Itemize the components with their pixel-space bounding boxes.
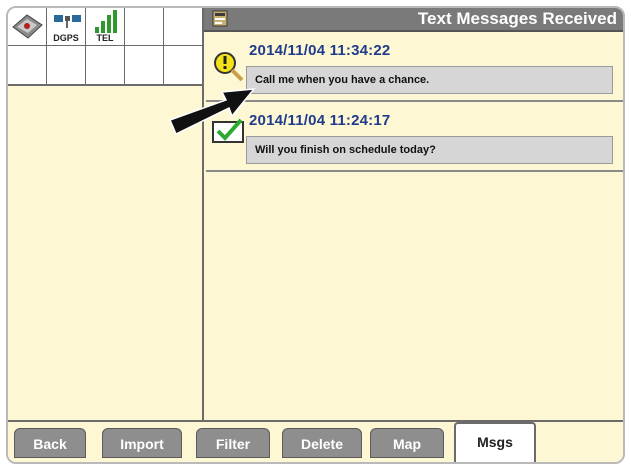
message-text[interactable]: Call me when you have a chance.	[246, 66, 613, 94]
page-title: Text Messages Received	[417, 9, 617, 28]
dgps-status-cell[interactable]: DGPS	[47, 8, 86, 46]
list-item[interactable]: 2014/11/04 11:34:22 Call me when you hav…	[206, 32, 623, 102]
message-text[interactable]: Will you finish on schedule today?	[246, 136, 613, 164]
empty-status-cell	[164, 8, 203, 46]
empty-status-cell	[86, 46, 125, 84]
tel-signal-icon	[95, 10, 117, 33]
message-list[interactable]: 2014/11/04 11:34:22 Call me when you hav…	[206, 32, 623, 426]
empty-status-cell	[164, 46, 203, 84]
tab-back[interactable]: Back	[14, 428, 86, 458]
dgps-satellite-icon	[54, 15, 81, 28]
tel-status-cell[interactable]: TEL	[86, 8, 125, 46]
status-icon-grid: DGPS TEL	[8, 8, 204, 86]
page-header: Text Messages Received	[204, 8, 623, 32]
tab-map[interactable]: Map	[370, 428, 444, 458]
tel-label: TEL	[96, 33, 114, 43]
empty-status-cell	[125, 46, 164, 84]
machine-icon	[12, 14, 43, 39]
tab-import[interactable]: Import	[102, 428, 182, 458]
tab-delete[interactable]: Delete	[282, 428, 362, 458]
tab-msgs[interactable]: Msgs	[454, 422, 536, 462]
bottom-tab-bar: Back Import Filter Delete Map Msgs	[8, 420, 623, 462]
display-screen: DGPS TEL Text Messages Received 2014/11/…	[6, 6, 625, 464]
message-icon	[212, 10, 228, 27]
machine-status-cell[interactable]	[8, 8, 47, 46]
empty-status-cell	[47, 46, 86, 84]
empty-status-cell	[8, 46, 47, 84]
pointer-arrow-icon	[168, 88, 256, 136]
tab-filter[interactable]: Filter	[196, 428, 270, 458]
dgps-label: DGPS	[53, 33, 79, 43]
message-timestamp: 2014/11/04 11:24:17	[249, 112, 391, 129]
empty-status-cell	[125, 8, 164, 46]
list-item[interactable]: 2014/11/04 11:24:17 Will you finish on s…	[206, 102, 623, 172]
unread-alert-icon	[214, 52, 244, 82]
message-timestamp: 2014/11/04 11:34:22	[249, 42, 391, 59]
